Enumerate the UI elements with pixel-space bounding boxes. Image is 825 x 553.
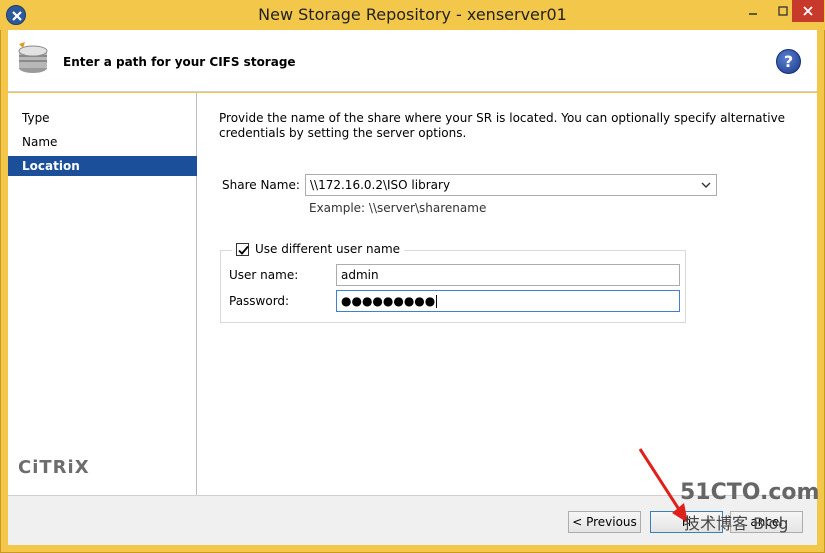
title-bar[interactable]: New Storage Repository - xenserver01 — [0, 0, 825, 30]
use-different-user-checkbox[interactable] — [236, 242, 249, 256]
sidebar-item-name[interactable]: Name — [8, 132, 197, 152]
location-panel: Provide the name of the share where your… — [198, 93, 817, 495]
minimize-icon — [749, 13, 757, 15]
chevron-down-icon[interactable] — [699, 175, 713, 195]
username-field[interactable]: admin — [336, 264, 680, 286]
password-value: ●●●●●●●●● — [341, 294, 436, 308]
watermark-site: 51CTO.com — [680, 480, 820, 505]
help-icon[interactable]: ? — [776, 49, 801, 74]
share-name-combobox[interactable]: \\172.16.0.2\ISO library — [305, 174, 717, 196]
username-value: admin — [341, 268, 379, 282]
password-label: Password: — [229, 294, 290, 308]
share-name-value: \\172.16.0.2\ISO library — [310, 178, 451, 192]
maximize-icon — [778, 6, 788, 16]
use-different-user-option[interactable]: Use different user name — [232, 242, 405, 256]
username-label: User name: — [229, 268, 299, 282]
previous-button[interactable]: < Previous — [568, 511, 641, 533]
sidebar-item-location[interactable]: Location — [8, 156, 197, 176]
close-icon — [803, 6, 813, 16]
use-different-user-label: Use different user name — [255, 242, 401, 256]
share-example-hint: Example: \\server\sharename — [309, 201, 487, 215]
text-caret — [436, 295, 438, 308]
storage-disk-icon — [16, 41, 50, 75]
checkmark-icon — [238, 245, 249, 255]
watermark-blog: 技术博客 Blog — [684, 514, 789, 533]
citrix-logo: CiTRiX — [18, 457, 90, 478]
close-button[interactable] — [792, 0, 824, 22]
wizard-steps-sidebar: Type Name Location CiTRiX — [8, 93, 197, 495]
share-name-label: Share Name: — [222, 178, 300, 192]
password-field[interactable]: ●●●●●●●●● — [336, 290, 680, 312]
instructions-text: Provide the name of the share where your… — [219, 111, 786, 140]
wizard-content: Type Name Location CiTRiX Provide the na… — [8, 93, 817, 495]
wizard-header: Enter a path for your CIFS storage ? — [8, 30, 817, 92]
minimize-button[interactable] — [738, 0, 768, 22]
page-title: Enter a path for your CIFS storage — [63, 55, 296, 69]
credentials-group — [220, 250, 686, 323]
window-title: New Storage Repository - xenserver01 — [258, 5, 567, 24]
sidebar-item-type[interactable]: Type — [8, 108, 197, 128]
